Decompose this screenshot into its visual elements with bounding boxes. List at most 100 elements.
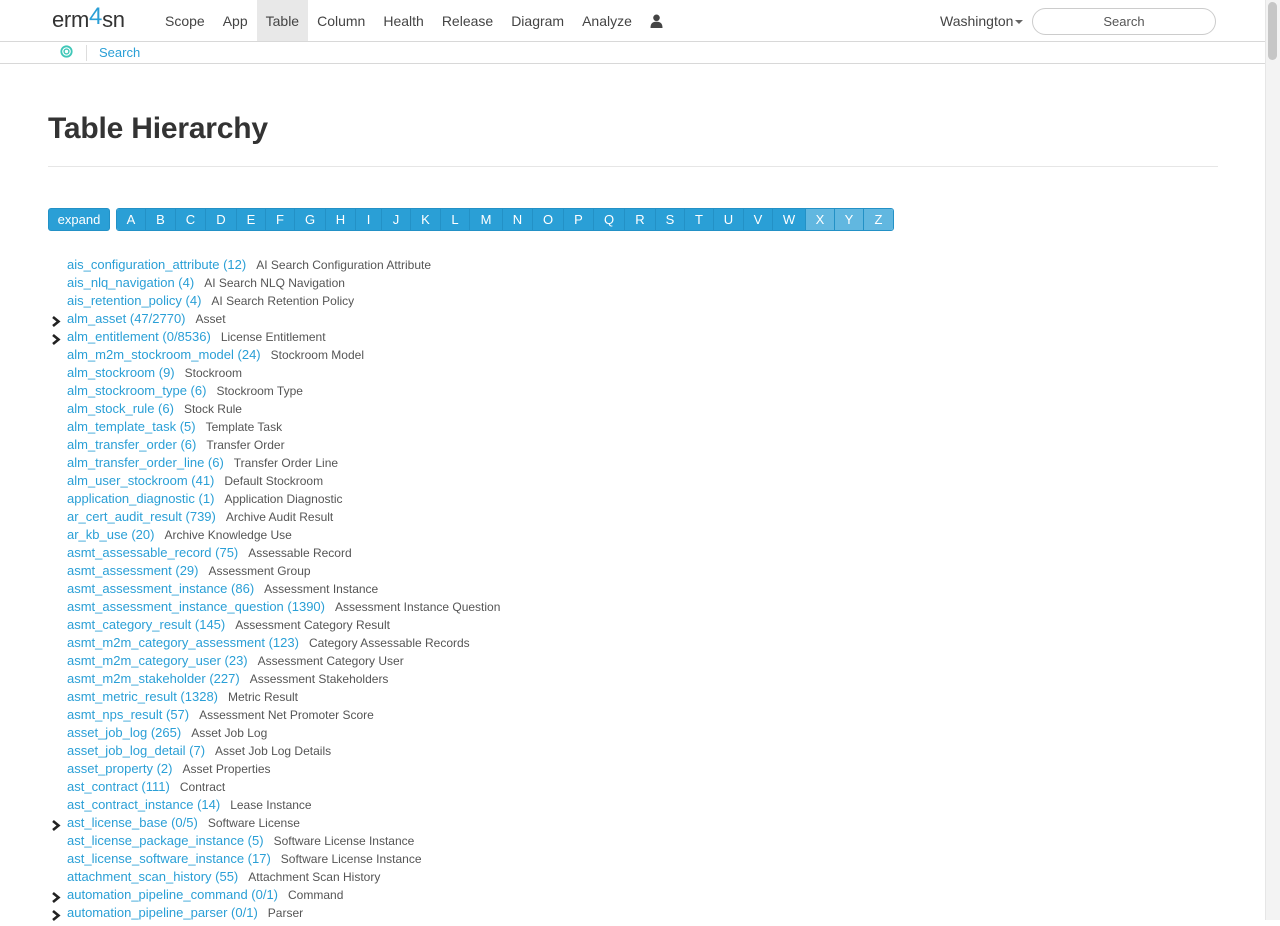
table-name-link[interactable]: ast_license_base (0/5) Software License bbox=[67, 814, 300, 832]
letter-filter-i[interactable]: I bbox=[355, 209, 381, 230]
table-name: ar_kb_use (20) bbox=[67, 527, 155, 542]
table-name-link[interactable]: attachment_scan_history (55) Attachment S… bbox=[67, 868, 380, 886]
table-label: Assessment Instance Question bbox=[334, 600, 501, 614]
servicenow-logo-icon[interactable] bbox=[60, 45, 73, 61]
table-row: asmt_m2m_category_assessment (123) Catego… bbox=[48, 634, 1148, 652]
letter-filter-f[interactable]: F bbox=[265, 209, 294, 230]
table-name-link[interactable]: ast_license_software_instance (17) Softwa… bbox=[67, 850, 422, 868]
letter-filter-z[interactable]: Z bbox=[863, 209, 893, 230]
table-name-link[interactable]: alm_template_task (5) Template Task bbox=[67, 418, 282, 436]
table-name-link[interactable]: asmt_assessable_record (75) Assessable Re… bbox=[67, 544, 352, 562]
letter-filter-d[interactable]: D bbox=[205, 209, 236, 230]
table-name-link[interactable]: asmt_metric_result (1328) Metric Result bbox=[67, 688, 298, 706]
letter-filter-c[interactable]: C bbox=[175, 209, 205, 230]
table-label: Assessment Stakeholders bbox=[249, 672, 389, 686]
nav-item-app[interactable]: App bbox=[214, 0, 257, 41]
table-row: automation_pipeline_command (0/1) Command bbox=[48, 886, 1148, 904]
table-row: ar_kb_use (20) Archive Knowledge Use bbox=[48, 526, 1148, 544]
table-name-link[interactable]: ais_retention_policy (4) AI Search Retent… bbox=[67, 292, 354, 310]
table-row: alm_stockroom (9) Stockroom bbox=[48, 364, 1148, 382]
region-dropdown[interactable]: Washington bbox=[940, 0, 1024, 41]
table-row: alm_user_stockroom (41) Default Stockroom bbox=[48, 472, 1148, 490]
nav-item-analyze[interactable]: Analyze bbox=[573, 0, 641, 41]
scrollbar-track[interactable] bbox=[1265, 0, 1280, 920]
letter-filter-g[interactable]: G bbox=[294, 209, 325, 230]
nav-item-column[interactable]: Column bbox=[308, 0, 374, 41]
letter-filter-y[interactable]: Y bbox=[834, 209, 863, 230]
table-name-link[interactable]: ais_nlq_navigation (4) AI Search NLQ Navi… bbox=[67, 274, 345, 292]
table-name-link[interactable]: ast_license_package_instance (5) Software… bbox=[67, 832, 414, 850]
letter-filter-b[interactable]: B bbox=[145, 209, 175, 230]
letter-filter-e[interactable]: E bbox=[236, 209, 265, 230]
table-label: Asset Properties bbox=[182, 762, 271, 776]
table-name-link[interactable]: alm_entitlement (0/8536) License Entitlem… bbox=[67, 328, 326, 346]
table-name-link[interactable]: alm_transfer_order (6) Transfer Order bbox=[67, 436, 285, 454]
chevron-right-icon[interactable] bbox=[51, 908, 61, 926]
letter-filter-a[interactable]: A bbox=[117, 209, 145, 230]
table-name-link[interactable]: asmt_category_result (145) Assessment Cat… bbox=[67, 616, 390, 634]
letter-filter-l[interactable]: L bbox=[440, 209, 469, 230]
table-name-link[interactable]: alm_stockroom_type (6) Stockroom Type bbox=[67, 382, 303, 400]
table-name-link[interactable]: application_diagnostic (1) Application Di… bbox=[67, 490, 343, 508]
letter-filter-h[interactable]: H bbox=[325, 209, 355, 230]
table-name-link[interactable]: alm_stock_rule (6) Stock Rule bbox=[67, 400, 242, 418]
table-name-link[interactable]: automation_pipeline_parser (0/1) Parser bbox=[67, 904, 303, 922]
table-name-link[interactable]: asmt_assessment_instance (86) Assessment … bbox=[67, 580, 378, 598]
search-link[interactable]: Search bbox=[99, 45, 140, 60]
table-name-link[interactable]: asmt_m2m_category_user (23) Assessment Ca… bbox=[67, 652, 404, 670]
letter-filter-w[interactable]: W bbox=[772, 209, 805, 230]
letter-filter-j[interactable]: J bbox=[381, 209, 410, 230]
letter-filter-r[interactable]: R bbox=[624, 209, 655, 230]
letter-filter-q[interactable]: Q bbox=[593, 209, 624, 230]
letter-filter-s[interactable]: S bbox=[655, 209, 684, 230]
table-name-link[interactable]: ast_contract_instance (14) Lease Instance bbox=[67, 796, 312, 814]
table-name-link[interactable]: asmt_m2m_category_assessment (123) Catego… bbox=[67, 634, 470, 652]
table-name-link[interactable]: alm_user_stockroom (41) Default Stockroom bbox=[67, 472, 323, 490]
letter-filter-u[interactable]: U bbox=[713, 209, 743, 230]
table-name-link[interactable]: asmt_assessment_instance_question (1390)… bbox=[67, 598, 500, 616]
letter-filter-x[interactable]: X bbox=[805, 209, 834, 230]
search-input[interactable] bbox=[1032, 8, 1216, 35]
table-name-link[interactable]: alm_transfer_order_line (6) Transfer Orde… bbox=[67, 454, 338, 472]
letter-filter-p[interactable]: P bbox=[563, 209, 593, 230]
table-name-link[interactable]: ar_kb_use (20) Archive Knowledge Use bbox=[67, 526, 292, 544]
table-name-link[interactable]: alm_asset (47/2770) Asset bbox=[67, 310, 226, 328]
table-row: automation_pipeline_parser (0/1) Parser bbox=[48, 904, 1148, 922]
table-row: asmt_assessment_instance (86) Assessment … bbox=[48, 580, 1148, 598]
table-name: ais_nlq_navigation (4) bbox=[67, 275, 195, 290]
table-name-link[interactable]: alm_m2m_stockroom_model (24) Stockroom Mo… bbox=[67, 346, 364, 364]
nav-item-table[interactable]: Table bbox=[256, 0, 309, 41]
table-name-link[interactable]: automation_pipeline_command (0/1) Command bbox=[67, 886, 343, 904]
letter-filter-m[interactable]: M bbox=[469, 209, 502, 230]
letter-filter-n[interactable]: N bbox=[502, 209, 532, 230]
table-name-link[interactable]: ar_cert_audit_result (739) Archive Audit … bbox=[67, 508, 333, 526]
table-name-link[interactable]: ast_contract (111) Contract bbox=[67, 778, 225, 796]
table-name-link[interactable]: asmt_nps_result (57) Assessment Net Promo… bbox=[67, 706, 374, 724]
nav-item-diagram[interactable]: Diagram bbox=[502, 0, 573, 41]
table-row: attachment_scan_history (55) Attachment S… bbox=[48, 868, 1148, 886]
table-name-link[interactable]: alm_stockroom (9) Stockroom bbox=[67, 364, 242, 382]
table-name: asset_property (2) bbox=[67, 761, 173, 776]
scrollbar-thumb[interactable] bbox=[1268, 2, 1277, 60]
table-name-link[interactable]: asset_property (2) Asset Properties bbox=[67, 760, 271, 778]
expand-button[interactable]: expand bbox=[48, 208, 110, 231]
letter-filter-t[interactable]: T bbox=[684, 209, 713, 230]
table-label: Archive Audit Result bbox=[225, 510, 334, 524]
nav-item-release[interactable]: Release bbox=[433, 0, 502, 41]
table-name-link[interactable]: asset_job_log (265) Asset Job Log bbox=[67, 724, 267, 742]
table-label: Contract bbox=[179, 780, 226, 794]
table-name-link[interactable]: ais_configuration_attribute (12) AI Searc… bbox=[67, 256, 431, 274]
table-name-link[interactable]: asset_job_log_detail (7) Asset Job Log De… bbox=[67, 742, 331, 760]
letter-filter-k[interactable]: K bbox=[410, 209, 440, 230]
brand-logo[interactable]: erm4sn bbox=[52, 3, 125, 34]
table-name: asmt_m2m_category_assessment (123) bbox=[67, 635, 299, 650]
table-name-link[interactable]: asmt_assessment (29) Assessment Group bbox=[67, 562, 311, 580]
nav-item-health[interactable]: Health bbox=[374, 0, 432, 41]
table-name-link[interactable]: asmt_m2m_stakeholder (227) Assessment Sta… bbox=[67, 670, 388, 688]
letter-filter-v[interactable]: V bbox=[743, 209, 772, 230]
user-icon[interactable] bbox=[641, 0, 676, 41]
nav-item-scope[interactable]: Scope bbox=[156, 0, 214, 41]
table-hierarchy-list: ais_configuration_attribute (12) AI Searc… bbox=[48, 256, 1148, 922]
letter-filter-o[interactable]: O bbox=[532, 209, 563, 230]
table-label: AI Search NLQ Navigation bbox=[204, 276, 345, 290]
